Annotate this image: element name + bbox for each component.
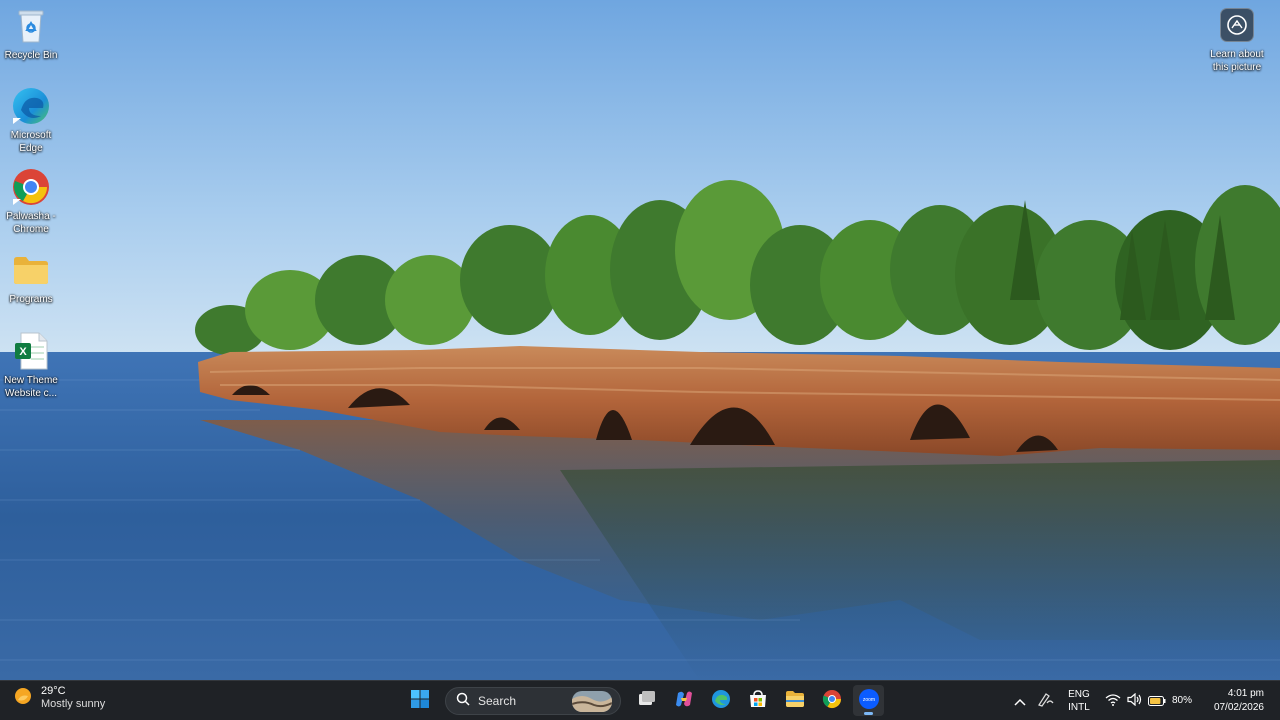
zoom-icon: zoom — [858, 688, 880, 714]
tray-overflow-button[interactable] — [1007, 686, 1033, 716]
weather-condition: Mostly sunny — [41, 698, 106, 710]
desktop-icon-label: Microsoft Edge — [10, 130, 52, 154]
chevron-up-icon — [1014, 691, 1026, 710]
svg-text:zoom: zoom — [862, 697, 874, 703]
taskbar-chrome[interactable] — [816, 685, 847, 716]
svg-text:X: X — [19, 346, 27, 358]
weather-widget[interactable]: 29°C Mostly sunny — [12, 685, 105, 711]
taskbar-search[interactable]: Search — [445, 686, 621, 715]
language-code: ENG — [1068, 688, 1090, 700]
task-view-icon — [637, 689, 657, 713]
battery-percentage: 80% — [1171, 695, 1192, 706]
search-label: Search — [478, 693, 517, 708]
taskbar-edge[interactable] — [705, 685, 736, 716]
desktop-icon-label: Palwasha - Chrome — [6, 211, 56, 235]
learn-about-label: Learn about this picture — [1210, 49, 1264, 73]
system-tray: ENG INTL 80% 4:01 pm 07/02/2026 — [1007, 681, 1280, 720]
clock-time: 4:01 pm — [1227, 687, 1264, 699]
pen-icon — [1037, 691, 1055, 711]
desktop-icon-label: New Theme Website c... — [4, 375, 58, 399]
battery-icon — [1147, 691, 1166, 710]
keyboard-layout: INTL — [1068, 701, 1090, 713]
weather-temp: 29°C — [41, 685, 66, 697]
start-button[interactable] — [404, 685, 435, 716]
taskbar-microsoft-store[interactable] — [742, 685, 773, 716]
desktop-icon-new-theme-website[interactable]: X New Theme Website c... — [0, 331, 62, 400]
camera-icon — [1220, 8, 1254, 42]
desktop-icon-label: Recycle Bin — [4, 50, 58, 61]
sun-icon — [12, 685, 34, 711]
excel-icon: X — [11, 331, 51, 371]
wifi-icon — [1105, 691, 1121, 710]
chrome-icon — [822, 689, 842, 713]
recycle-bin-icon — [11, 6, 51, 46]
quick-settings-button[interactable]: 80% — [1099, 691, 1198, 710]
folder-icon — [11, 250, 51, 290]
tray-pen-button[interactable] — [1033, 686, 1059, 716]
learn-about-picture[interactable]: Learn about this picture — [1202, 8, 1272, 74]
edge-icon — [711, 689, 731, 713]
clock[interactable]: 4:01 pm 07/02/2026 — [1198, 687, 1280, 715]
search-highlight-image — [572, 690, 612, 712]
desktop-icon-programs[interactable]: Programs — [0, 250, 62, 306]
taskbar-zoom[interactable]: zoom — [853, 685, 884, 716]
taskbar-copilot[interactable] — [668, 685, 699, 716]
copilot-icon — [674, 689, 694, 713]
folder-icon — [785, 690, 805, 712]
desktop-wallpaper — [0, 0, 1280, 681]
store-icon — [748, 689, 768, 713]
desktop-icon-recycle-bin[interactable]: Recycle Bin — [0, 6, 62, 62]
edge-icon — [11, 86, 51, 126]
chrome-icon — [11, 167, 51, 207]
taskbar-center: Search zoom — [404, 684, 884, 717]
clock-date: 07/02/2026 — [1213, 701, 1264, 713]
taskbar: 29°C Mostly sunny Search zoom ENG INTL 8… — [0, 680, 1280, 720]
desktop-icon-microsoft-edge[interactable]: Microsoft Edge — [0, 86, 62, 155]
desktop-icon-palwasha-chrome[interactable]: Palwasha - Chrome — [0, 167, 62, 236]
taskbar-file-explorer[interactable] — [779, 685, 810, 716]
volume-icon — [1127, 691, 1142, 710]
language-indicator[interactable]: ENG INTL — [1059, 688, 1099, 714]
search-icon — [456, 691, 470, 710]
taskbar-task-view[interactable] — [631, 685, 662, 716]
windows-start-icon — [410, 689, 430, 713]
desktop-icon-label: Programs — [9, 294, 53, 305]
